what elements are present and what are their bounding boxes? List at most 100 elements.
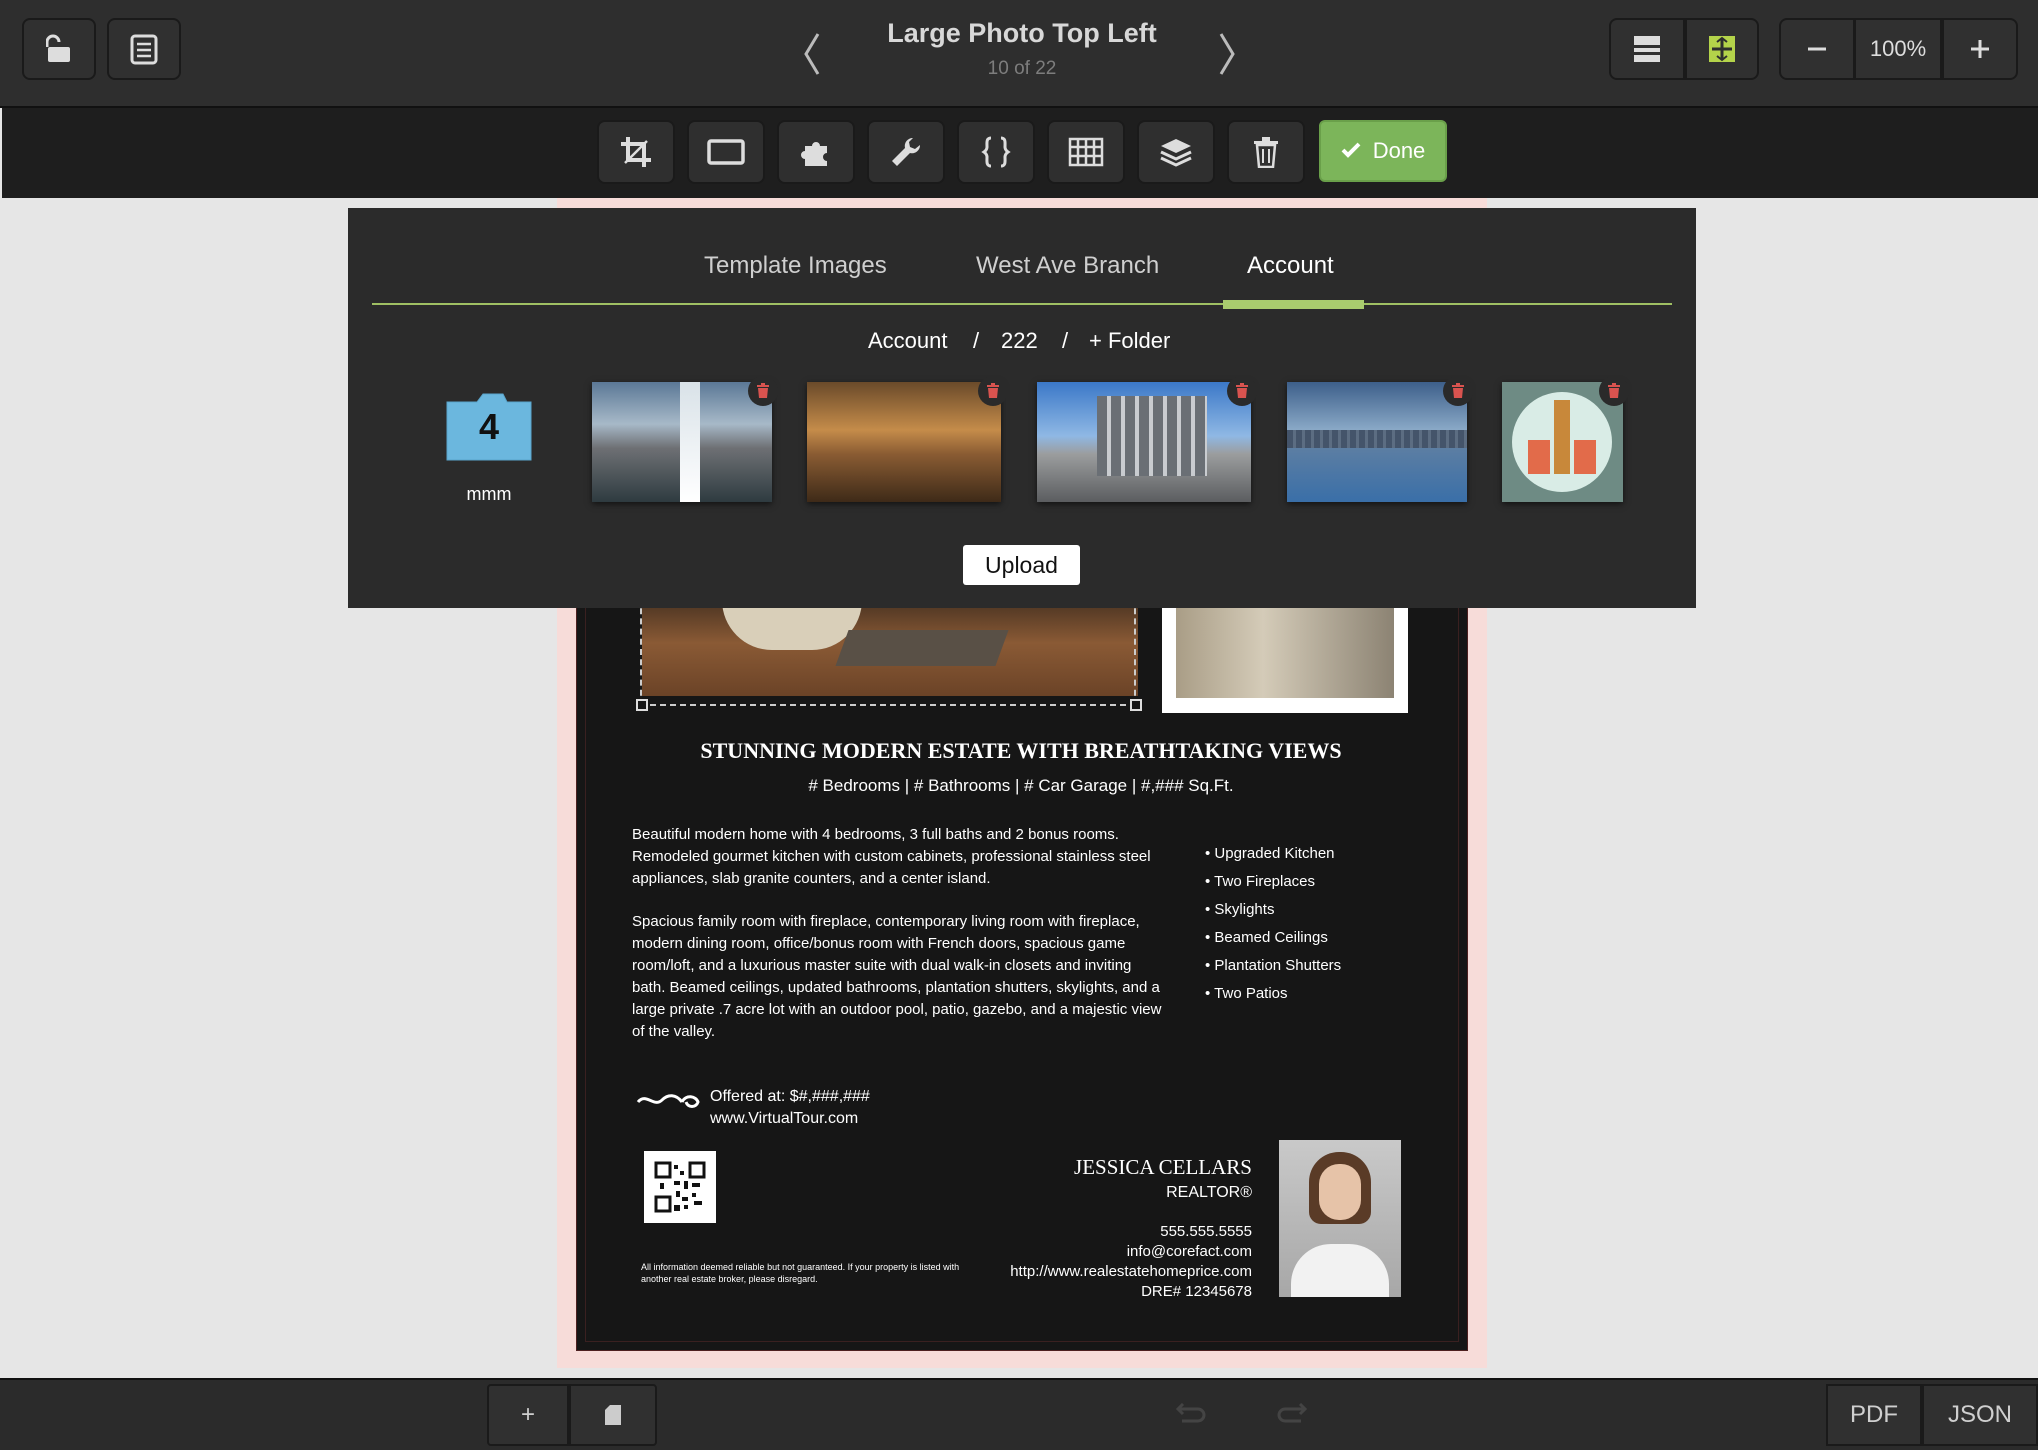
notes-button[interactable] [107, 18, 181, 80]
breadcrumb-account[interactable]: Account [868, 328, 948, 354]
image-thumb-skyline[interactable] [1287, 382, 1467, 502]
page-indicator: 10 of 22 [987, 58, 1057, 79]
tab-divider [372, 303, 1672, 305]
skyline-shape [1287, 430, 1467, 448]
zoom-in-button[interactable] [1942, 18, 2018, 80]
layout-icon [1634, 36, 1660, 62]
resize-handle[interactable] [636, 699, 648, 711]
folder-count: 4 [478, 406, 500, 447]
undo-button[interactable] [1138, 1384, 1242, 1446]
selection-outline [640, 598, 1136, 706]
redo-button[interactable] [1242, 1384, 1344, 1446]
image-thumb-waterfall[interactable] [592, 382, 772, 502]
shirt-shape [1291, 1244, 1389, 1297]
trash-icon [987, 383, 999, 398]
redo-icon [1277, 1403, 1308, 1423]
delete-image-button[interactable] [1443, 376, 1473, 406]
flyer-price: Offered at: $#,###,### [710, 1088, 870, 1105]
grid-icon [1068, 137, 1104, 167]
export-json-button[interactable]: JSON [1922, 1384, 2038, 1446]
chevron-right-icon [1219, 33, 1235, 75]
resize-handle[interactable] [1130, 699, 1142, 711]
image-thumb-living-room[interactable] [807, 382, 1001, 502]
tab-account[interactable]: Account [1247, 252, 1334, 280]
breadcrumb-separator: / [973, 328, 980, 353]
agent-dre: DRE# 12345678 [1141, 1283, 1252, 1300]
breadcrumb-folder[interactable]: 222 [1001, 328, 1038, 354]
feature-item: • Skylights [1205, 901, 1275, 918]
delete-image-button[interactable] [978, 376, 1008, 406]
upload-button[interactable]: Upload [963, 545, 1080, 585]
add-page-button[interactable]: + [487, 1384, 569, 1446]
undo-icon [1175, 1403, 1206, 1423]
feature-item: • Two Fireplaces [1205, 873, 1316, 890]
plus-icon [1971, 40, 1989, 58]
tab-template-images[interactable]: Template Images [704, 252, 887, 280]
agent-photo[interactable] [1279, 1140, 1401, 1297]
checkmark-icon [1341, 138, 1361, 164]
trash-icon [1452, 383, 1464, 398]
delete-image-button[interactable] [1599, 376, 1629, 406]
trash-icon [1608, 383, 1620, 398]
delete-button[interactable] [1227, 120, 1305, 184]
crop-button[interactable] [597, 120, 675, 184]
done-button[interactable]: Done [1319, 120, 1447, 182]
frame-button[interactable] [687, 120, 765, 184]
building-shape [1097, 396, 1207, 476]
delete-image-button[interactable] [1227, 376, 1257, 406]
zoom-level: 100% [1854, 18, 1942, 80]
feature-item: • Plantation Shutters [1205, 957, 1342, 974]
bus-shape [1528, 440, 1550, 474]
braces-icon [981, 136, 1011, 168]
feature-item: • Beamed Ceilings [1205, 929, 1328, 946]
agent-website: http://www.realestatehomeprice.com [1010, 1263, 1252, 1280]
delete-image-button[interactable] [748, 376, 778, 406]
folder-name: mmm [466, 484, 512, 504]
next-page-arrow[interactable] [1215, 30, 1239, 83]
image-thumb-building[interactable] [1037, 382, 1251, 502]
minus-icon [1808, 47, 1826, 51]
page-title: Large Photo Top Left [887, 18, 1157, 48]
trash-icon [757, 383, 769, 398]
single-view-button[interactable] [1609, 18, 1685, 80]
breadcrumb-separator: / [1062, 328, 1069, 353]
face-shape [1319, 1164, 1361, 1220]
settings-button[interactable] [867, 120, 945, 184]
layers-button[interactable] [1137, 120, 1215, 184]
lock-button[interactable] [22, 18, 96, 80]
bottom-toolbar [0, 1378, 2038, 1450]
bathroom-photo [1176, 596, 1394, 698]
flourish-icon [636, 1090, 704, 1117]
agent-name: JESSICA CELLARS [1074, 1155, 1252, 1179]
code-button[interactable] [957, 120, 1035, 184]
add-folder-button[interactable]: + Folder [1089, 328, 1170, 354]
feature-item: • Two Patios [1205, 985, 1288, 1002]
export-pdf-button[interactable]: PDF [1826, 1384, 1922, 1446]
flyer-stats: # Bedrooms | # Bathrooms | # Car Garage … [808, 776, 1234, 795]
folder-item[interactable]: 4 [443, 390, 535, 464]
waterfall-shape [680, 382, 700, 502]
wrench-icon [892, 137, 921, 166]
rectangle-icon [707, 139, 745, 165]
active-tab-indicator [1223, 300, 1364, 309]
flyer-headline: STUNNING MODERN ESTATE WITH BREATHTAKING… [700, 738, 1342, 763]
bus-shape [1574, 440, 1596, 474]
flyer-paragraph-2: Spacious family room with fireplace, con… [632, 913, 1162, 1040]
qr-code-icon [654, 1161, 706, 1213]
spread-view-button[interactable] [1685, 18, 1759, 80]
agent-title: REALTOR® [1166, 1184, 1252, 1201]
plugin-button[interactable] [777, 120, 855, 184]
puzzle-icon [801, 142, 827, 166]
grid-button[interactable] [1047, 120, 1125, 184]
zoom-out-button[interactable] [1779, 18, 1855, 80]
crop-icon [621, 137, 651, 167]
page-button[interactable] [569, 1384, 657, 1446]
tab-west-ave-branch[interactable]: West Ave Branch [976, 252, 1159, 280]
side-photo-frame[interactable] [1162, 596, 1408, 713]
trash-icon [1254, 137, 1278, 168]
agent-email: info@corefact.com [1126, 1243, 1252, 1260]
feature-item: • Upgraded Kitchen [1205, 845, 1335, 862]
clipboard-icon [130, 34, 158, 65]
feature-list: • Upgraded Kitchen • Two Fireplaces • Sk… [1205, 840, 1341, 1008]
page-icon [605, 1405, 621, 1425]
